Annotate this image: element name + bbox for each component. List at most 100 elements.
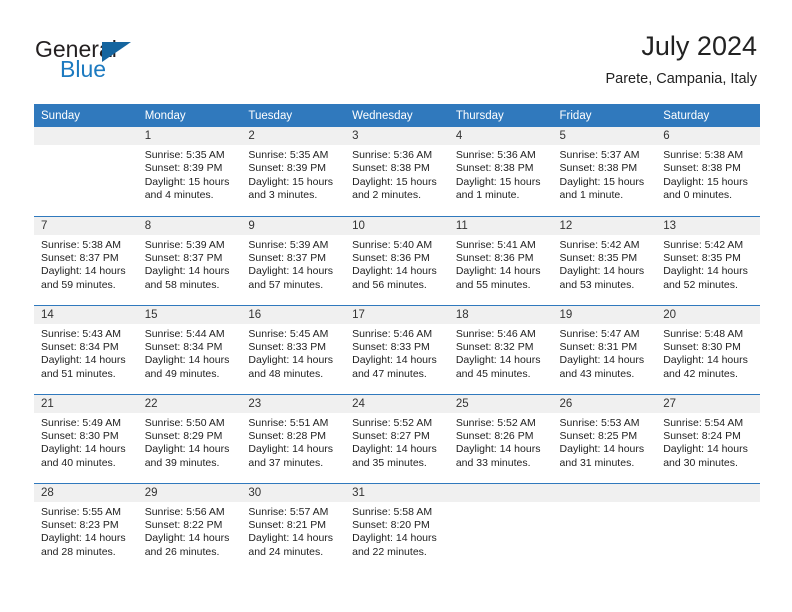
calendar-day-cell[interactable]: 21 Sunrise: 5:49 AM Sunset: 8:30 PM Dayligh… [34,393,138,483]
sunrise-text: Sunrise: 5:52 AM [455,416,536,429]
calendar-day-cell[interactable]: 20 Sunrise: 5:48 AM Sunset: 8:30 PM Dayligh… [656,304,760,394]
weekday-header-thursday: Thursday [448,104,553,127]
sunrise-text: Sunrise: 5:46 AM [455,327,536,340]
sunrise-text: Sunrise: 5:37 AM [559,149,640,161]
calendar-day-cell[interactable]: 18 Sunrise: 5:46 AM Sunset: 8:32 PM Dayligh… [448,304,553,394]
sunset-text: Sunset: 8:39 PM [144,162,223,175]
calendar-page: General Blue July 2024 Parete, Campania,… [0,0,792,612]
calendar-day-cell[interactable]: 2 Sunrise: 5:35 AM Sunset: 8:39 PM Daylight… [241,127,346,216]
sunset-text: Sunset: 8:28 PM [248,429,327,442]
calendar-day-cell[interactable]: 27 Sunrise: 5:54 AM Sunset: 8:24 PM Dayligh… [656,393,760,483]
day-number: 28 [34,483,138,502]
daylight-text-line2: and 55 minutes. [455,278,531,291]
daylight-text-line1: Daylight: 14 hours [248,265,334,278]
day-number: 30 [241,483,346,502]
calendar-day-cell[interactable]: 31 Sunrise: 5:58 AM Sunset: 8:20 PM Dayligh… [345,482,449,572]
daylight-text-line1: Daylight: 14 hours [352,532,437,545]
sunset-text: Sunset: 8:22 PM [144,518,223,531]
day-number: 21 [34,394,138,413]
daylight-text-line2: and 52 minutes. [663,278,738,291]
calendar-day-cell[interactable]: 26 Sunrise: 5:53 AM Sunset: 8:25 PM Dayligh… [552,393,657,483]
calendar-week-row: 14 Sunrise: 5:43 AM Sunset: 8:34 PM Dayligh… [34,304,760,394]
calendar-day-cell[interactable]: 9 Sunrise: 5:39 AM Sunset: 8:37 PM Daylight… [241,215,346,305]
sunrise-text: Sunrise: 5:35 AM [248,149,329,161]
daylight-text-line1: Daylight: 14 hours [41,265,126,278]
daylight-text-line2: and 53 minutes. [559,278,635,291]
daylight-text-line2: and 59 minutes. [41,278,116,291]
calendar-day-cell[interactable]: 15 Sunrise: 5:44 AM Sunset: 8:34 PM Dayligh… [137,304,242,394]
sunrise-text: Sunrise: 5:38 AM [663,149,744,161]
day-number [656,483,760,502]
sunrise-text: Sunrise: 5:36 AM [352,149,433,161]
day-details: Sunrise: 5:49 AM Sunset: 8:30 PM Daylight:… [34,413,138,471]
calendar-day-cell[interactable]: 28 Sunrise: 5:55 AM Sunset: 8:23 PM Dayligh… [34,482,138,572]
sunset-text: Sunset: 8:36 PM [352,251,430,264]
day-details: Sunrise: 5:51 AM Sunset: 8:28 PM Daylight:… [241,413,345,471]
day-number: 6 [656,127,760,145]
calendar-day-cell[interactable]: 11 Sunrise: 5:41 AM Sunset: 8:36 PM Dayligh… [448,215,553,305]
calendar-day-cell[interactable]: 29 Sunrise: 5:56 AM Sunset: 8:22 PM Dayligh… [137,482,242,572]
page-title: July 2024 [641,31,757,61]
sunset-text: Sunset: 8:37 PM [248,251,327,264]
calendar-day-cell[interactable]: 1 Sunrise: 5:35 AM Sunset: 8:39 PM Daylight… [137,127,242,216]
sunset-text: Sunset: 8:37 PM [41,251,119,264]
day-details: Sunrise: 5:36 AM Sunset: 8:38 PM Daylight:… [345,145,449,203]
sunrise-text: Sunrise: 5:45 AM [248,327,329,340]
sunrise-text: Sunrise: 5:55 AM [41,505,121,518]
sunrise-text: Sunrise: 5:39 AM [248,238,329,251]
logo-triangle-icon [102,42,131,62]
calendar-day-cell-empty [656,482,760,572]
calendar-day-cell[interactable]: 5 Sunrise: 5:37 AM Sunset: 8:38 PM Daylight… [552,127,657,216]
calendar-day-cell-empty [448,482,553,572]
sunset-text: Sunset: 8:32 PM [455,340,534,353]
daylight-text-line1: Daylight: 15 hours [248,175,334,188]
day-details: Sunrise: 5:44 AM Sunset: 8:34 PM Daylight:… [138,324,242,382]
day-details: Sunrise: 5:52 AM Sunset: 8:27 PM Daylight:… [345,413,449,471]
calendar-day-cell[interactable]: 12 Sunrise: 5:42 AM Sunset: 8:35 PM Dayligh… [552,215,657,305]
sunset-text: Sunset: 8:33 PM [352,340,430,353]
daylight-text-line2: and 1 minute. [559,189,624,202]
daylight-text-line1: Daylight: 14 hours [455,354,541,367]
daylight-text-line1: Daylight: 14 hours [248,532,334,545]
calendar-header-row: Sunday Monday Tuesday Wednesday Thursday… [34,104,760,127]
sunset-text: Sunset: 8:38 PM [663,162,741,175]
calendar-day-cell[interactable]: 30 Sunrise: 5:57 AM Sunset: 8:21 PM Dayligh… [241,482,346,572]
day-details: Sunrise: 5:56 AM Sunset: 8:22 PM Daylight:… [138,502,242,560]
calendar-day-cell[interactable]: 8 Sunrise: 5:39 AM Sunset: 8:37 PM Daylight… [137,215,242,305]
day-number: 12 [552,216,657,235]
calendar-day-cell[interactable]: 4 Sunrise: 5:36 AM Sunset: 8:38 PM Daylight… [448,127,553,216]
sunset-text: Sunset: 8:21 PM [248,518,327,531]
calendar-day-cell[interactable]: 25 Sunrise: 5:52 AM Sunset: 8:26 PM Dayligh… [448,393,553,483]
daylight-text-line1: Daylight: 14 hours [663,265,748,278]
daylight-text-line2: and 47 minutes. [352,367,427,380]
calendar-day-cell[interactable]: 7 Sunrise: 5:38 AM Sunset: 8:37 PM Daylight… [34,215,138,305]
daylight-text-line1: Daylight: 14 hours [455,443,541,456]
daylight-text-line1: Daylight: 14 hours [144,354,230,367]
sunrise-text: Sunrise: 5:46 AM [352,327,433,340]
calendar-day-cell[interactable]: 13 Sunrise: 5:42 AM Sunset: 8:35 PM Dayligh… [656,215,760,305]
calendar-day-cell[interactable]: 14 Sunrise: 5:43 AM Sunset: 8:34 PM Dayligh… [34,304,138,394]
calendar-day-cell[interactable]: 6 Sunrise: 5:38 AM Sunset: 8:38 PM Daylight… [656,127,760,216]
daylight-text-line2: and 26 minutes. [144,545,220,558]
daylight-text-line2: and 28 minutes. [41,545,116,558]
calendar-day-cell[interactable]: 17 Sunrise: 5:46 AM Sunset: 8:33 PM Dayligh… [345,304,449,394]
calendar-day-cell[interactable]: 3 Sunrise: 5:36 AM Sunset: 8:38 PM Daylight… [345,127,449,216]
general-blue-logo: General Blue [35,36,205,86]
calendar-day-cell[interactable]: 16 Sunrise: 5:45 AM Sunset: 8:33 PM Dayligh… [241,304,346,394]
sunrise-text: Sunrise: 5:53 AM [559,416,640,429]
calendar-day-cell-empty [552,482,657,572]
day-details: Sunrise: 5:54 AM Sunset: 8:24 PM Daylight:… [656,413,760,471]
daylight-text-line2: and 31 minutes. [559,456,635,469]
sunrise-text: Sunrise: 5:36 AM [455,149,536,161]
calendar-day-cell[interactable]: 10 Sunrise: 5:40 AM Sunset: 8:36 PM Dayligh… [345,215,449,305]
calendar-day-cell[interactable]: 19 Sunrise: 5:47 AM Sunset: 8:31 PM Dayligh… [552,304,657,394]
sunset-text: Sunset: 8:30 PM [663,340,741,353]
calendar-day-cell[interactable]: 24 Sunrise: 5:52 AM Sunset: 8:27 PM Dayligh… [345,393,449,483]
day-number: 16 [241,305,346,324]
sunset-text: Sunset: 8:33 PM [248,340,327,353]
title-block: July 2024 Parete, Campania, Italy [605,30,757,88]
sunset-text: Sunset: 8:38 PM [559,162,638,175]
calendar-day-cell[interactable]: 23 Sunrise: 5:51 AM Sunset: 8:28 PM Dayligh… [241,393,346,483]
sunset-text: Sunset: 8:25 PM [559,429,638,442]
calendar-day-cell[interactable]: 22 Sunrise: 5:50 AM Sunset: 8:29 PM Dayligh… [137,393,242,483]
